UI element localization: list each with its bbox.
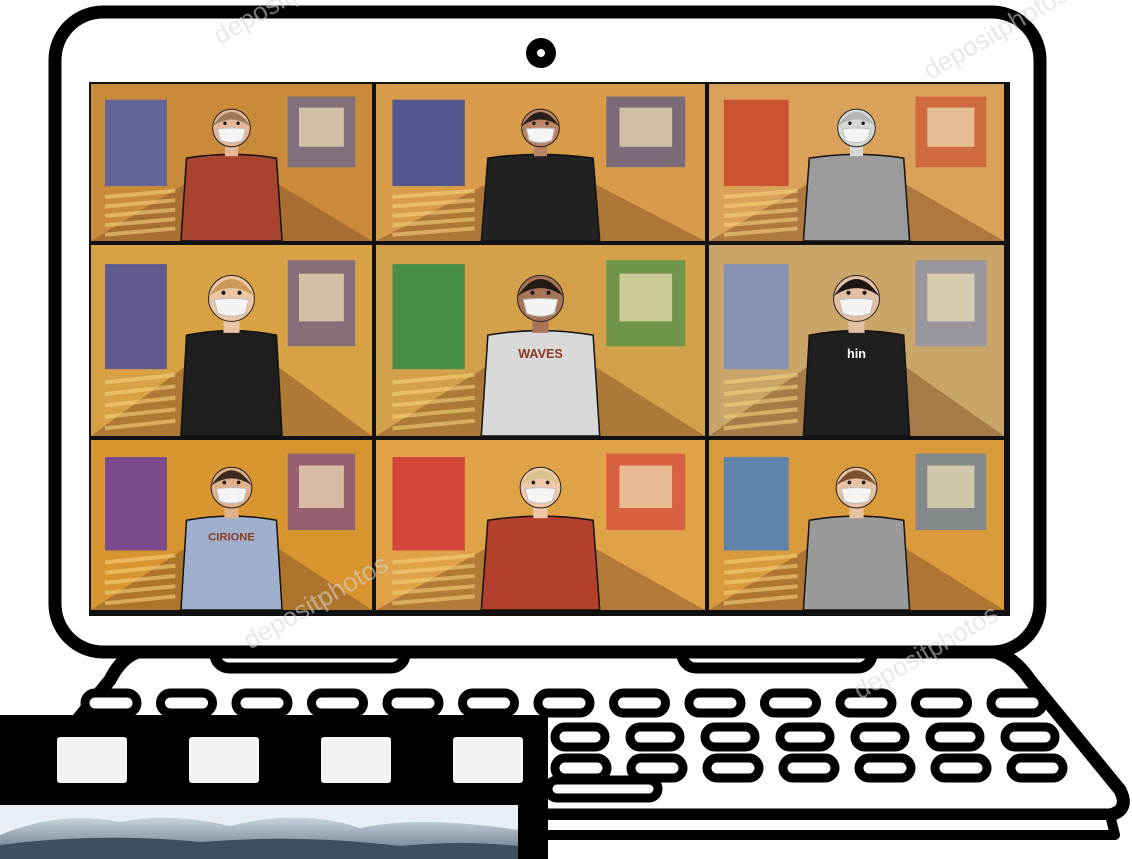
keyboard-key — [700, 722, 760, 752]
keyboard-key — [925, 722, 985, 752]
keyboard-key — [626, 753, 688, 783]
landscape-photo — [0, 805, 518, 859]
keyboard-key — [1006, 753, 1068, 783]
keyboard-key — [609, 688, 670, 718]
video-tile[interactable]: WAVES — [376, 245, 705, 437]
keyboard-key — [382, 688, 444, 718]
keyboard-key — [775, 722, 835, 752]
keyboard-key — [533, 688, 595, 718]
video-tile[interactable] — [709, 440, 1004, 611]
keyboard-key — [625, 722, 685, 752]
keyboard-key — [986, 688, 1048, 718]
keyboard-key — [307, 688, 368, 718]
webcam-lens — [537, 49, 545, 57]
video-tile[interactable] — [91, 84, 372, 242]
keyboard-key — [930, 753, 992, 783]
film-sprocket-hole — [321, 737, 391, 783]
keyboard-key — [156, 688, 217, 718]
keyboard-key — [80, 688, 142, 718]
video-tile[interactable]: hin — [709, 245, 1004, 437]
film-sprocket-hole — [57, 737, 127, 783]
keyboard-key — [778, 753, 840, 783]
shirt-print-text: WAVES — [518, 347, 563, 361]
video-tile[interactable] — [376, 84, 705, 242]
shirt-print-text: hin — [847, 347, 866, 361]
keyboard-key — [550, 753, 612, 783]
keyboard-key — [231, 688, 293, 718]
film-sprocket-hole — [189, 737, 259, 783]
keyboard-key — [684, 688, 746, 718]
keyboard-key — [911, 688, 972, 718]
video-call-grid: WAVES hin CIRIONE — [91, 84, 1004, 611]
keyboard-key — [550, 722, 610, 752]
keyboard-key — [458, 688, 519, 718]
keyboard-key — [1000, 722, 1060, 752]
video-tile[interactable] — [709, 84, 1004, 242]
keyboard-key — [850, 722, 910, 752]
keyboard-key — [760, 688, 821, 718]
film-strip — [0, 715, 548, 859]
shirt-print-text: CIRIONE — [208, 532, 255, 544]
film-sprocket-hole — [453, 737, 523, 783]
laptop-illustration: WAVES hinCIRIONE depositphotos depositpho… — [0, 0, 1130, 859]
keyboard-key — [854, 753, 916, 783]
keyboard-key — [543, 775, 663, 803]
video-tile[interactable] — [376, 440, 705, 611]
video-tile[interactable] — [91, 245, 372, 437]
keyboard-key — [702, 753, 764, 783]
